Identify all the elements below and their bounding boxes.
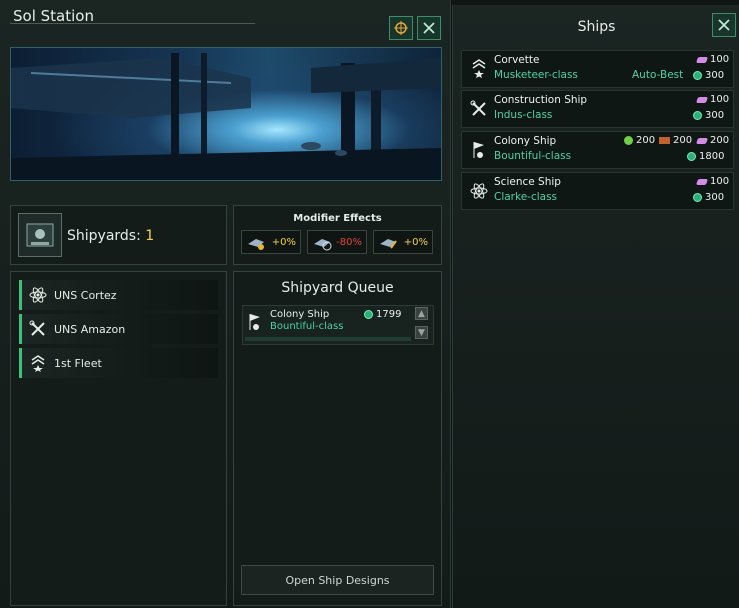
arrow-down-icon: ▼ [418, 327, 425, 338]
ship-card-corvette[interactable]: Corvette Musketeer-class Auto-Best 100 3… [461, 50, 734, 88]
queue-item[interactable]: Colony Ship Bountiful-class 1799 [242, 305, 434, 345]
alloy-cost: 200 [695, 135, 730, 146]
close-icon [718, 19, 730, 31]
queue-item-cost-value: 1799 [376, 309, 402, 320]
wrench-icon [468, 97, 490, 121]
modifier-cost: +0% [241, 230, 301, 254]
shipyards-label: Shipyards: [67, 228, 141, 244]
food-cost: 200 [624, 135, 655, 146]
energy-cost-value: 300 [705, 192, 725, 203]
modifier-cost-value: +0% [271, 236, 296, 248]
queue-item-name: Colony Ship [270, 309, 330, 320]
shipyards-value: 1 [145, 228, 155, 244]
energy-cost: 300 [693, 110, 724, 121]
locate-icon [394, 21, 408, 35]
energy-cost: 300 [693, 70, 724, 81]
station-banner-image [10, 47, 442, 181]
modifier-effects-panel: Modifier Effects +0% -80% +0% [233, 205, 442, 265]
ship-class: Indus-class [494, 109, 553, 121]
fleet-name: UNS Cortez [54, 288, 117, 302]
modifier-time: -80% [307, 230, 367, 254]
close-icon [423, 22, 435, 34]
ship-class: Musketeer-class [494, 69, 578, 81]
alloy-cost: 100 [695, 94, 730, 105]
queue-item-cost: 1799 [364, 309, 401, 320]
ship-name: Construction Ship [494, 94, 588, 106]
food-icon [624, 136, 633, 145]
shipyard-icon [18, 213, 62, 257]
energy-icon [693, 193, 702, 202]
atom-icon [26, 286, 50, 304]
ship-name: Science Ship [494, 176, 561, 188]
fleet-row-uns-cortez[interactable]: UNS Cortez [19, 280, 218, 310]
alloy-icon [695, 96, 709, 103]
modifier-time-value: -80% [336, 236, 362, 248]
fleet-name: 1st Fleet [54, 356, 102, 370]
modifier-upkeep-value: +0% [403, 236, 428, 248]
alloy-icon [695, 137, 709, 144]
energy-icon [687, 152, 696, 161]
consumer-goods-icon [659, 137, 670, 144]
station-window: Sol Station Shipyards: 1 Modifier Effect… [0, 0, 451, 608]
food-cost-value: 200 [636, 135, 656, 146]
ship-name: Colony Ship [494, 135, 557, 147]
ships-window: Ships Corvette Musketeer-class Auto-Best… [452, 5, 739, 608]
chevron-star-icon [26, 354, 50, 372]
queue-progress-bar [245, 337, 411, 341]
upkeep-icon [380, 239, 397, 249]
chevron-star-icon [468, 57, 490, 81]
shipyards-panel: Shipyards: 1 [10, 205, 227, 265]
move-up-button[interactable]: ▲ [415, 307, 428, 320]
alloy-cost-value: 100 [710, 54, 730, 65]
alloy-cost: 100 [695, 54, 730, 65]
energy-cost-value: 300 [705, 70, 725, 81]
fleets-panel: UNS Cortez UNS Amazon 1st Fleet [10, 271, 227, 606]
energy-cost-value: 1800 [699, 151, 725, 162]
locate-button[interactable] [389, 16, 413, 40]
ship-name: Corvette [494, 54, 540, 66]
energy-icon [693, 111, 702, 120]
build-time-icon [314, 239, 332, 251]
alloy-cost-value: 200 [710, 135, 730, 146]
alloy-icon [695, 56, 709, 63]
ship-card-colony-ship[interactable]: Colony Ship Bountiful-class 200 200 200 … [461, 131, 734, 169]
wrench-icon [26, 320, 50, 338]
queue-title: Shipyard Queue [281, 280, 394, 296]
alloy-icon [695, 178, 709, 185]
energy-cost: 300 [693, 192, 724, 203]
shipyard-queue-panel: Shipyard Queue Colony Ship Bountiful-cla… [233, 271, 442, 606]
close-ships-button[interactable] [712, 13, 736, 37]
modifier-title: Modifier Effects [293, 213, 382, 224]
alloy-cost: 100 [695, 176, 730, 187]
title-divider [10, 23, 255, 24]
colony-icon [468, 138, 490, 162]
queue-item-class: Bountiful-class [270, 321, 344, 332]
modifier-upkeep: +0% [373, 230, 433, 254]
colony-icon [247, 312, 263, 336]
fleet-name: UNS Amazon [54, 322, 126, 336]
fleet-row-uns-amazon[interactable]: UNS Amazon [19, 314, 218, 344]
ship-class: Clarke-class [494, 191, 558, 203]
alloy-cost-value: 100 [710, 176, 730, 187]
auto-best-label: Auto-Best [632, 69, 684, 81]
ship-card-science-ship[interactable]: Science Ship Clarke-class 100 300 [461, 172, 734, 210]
energy-cost: 1800 [687, 151, 724, 162]
consumer-goods-cost-value: 200 [673, 135, 693, 146]
energy-icon [693, 71, 702, 80]
atom-icon [468, 179, 490, 203]
move-down-button[interactable]: ▼ [415, 326, 428, 339]
consumer-goods-cost: 200 [659, 135, 692, 146]
ships-title: Ships [577, 19, 616, 35]
ship-class: Bountiful-class [494, 150, 572, 162]
ship-cost-icon [248, 239, 264, 250]
alloy-cost-value: 100 [710, 94, 730, 105]
energy-icon [364, 310, 373, 319]
fleet-row-1st-fleet[interactable]: 1st Fleet [19, 348, 218, 378]
open-ship-designs-button[interactable]: Open Ship Designs [241, 565, 434, 595]
energy-cost-value: 300 [705, 110, 725, 121]
ship-card-construction-ship[interactable]: Construction Ship Indus-class 100 300 [461, 90, 734, 128]
arrow-up-icon: ▲ [418, 308, 425, 319]
close-station-button[interactable] [417, 16, 441, 40]
shipyards-count: Shipyards: 1 [67, 228, 154, 244]
